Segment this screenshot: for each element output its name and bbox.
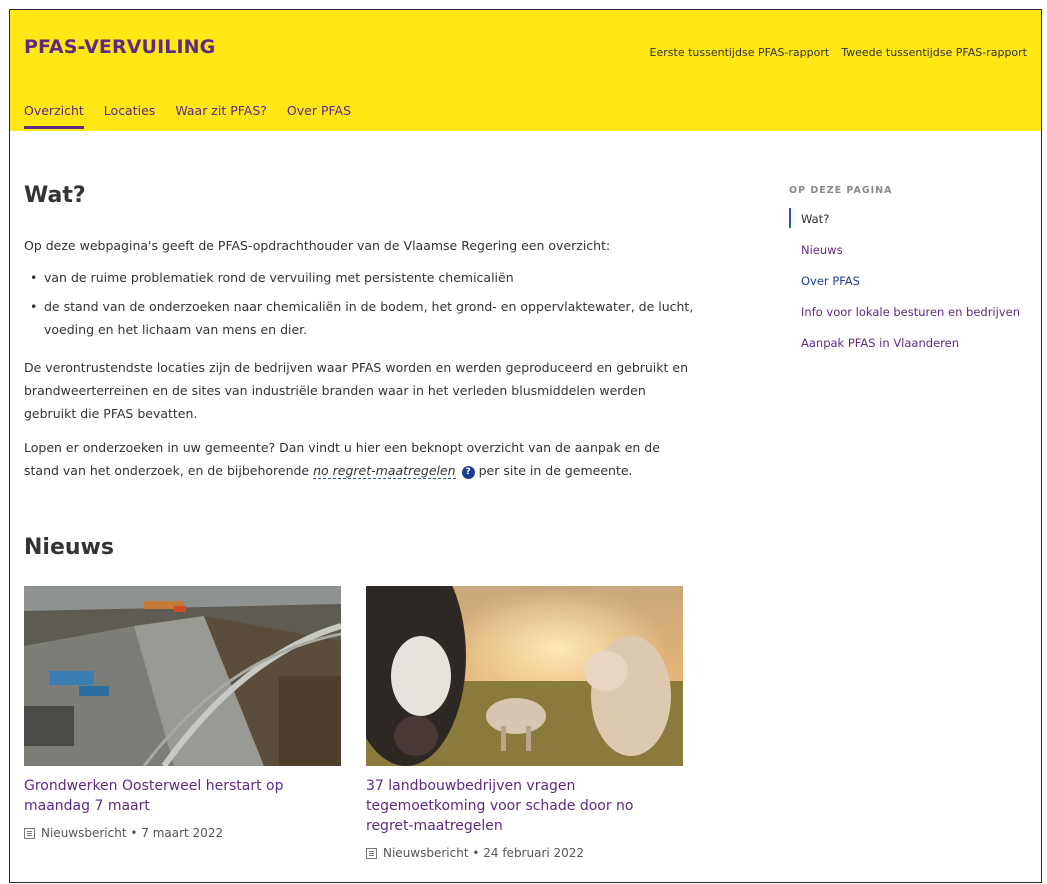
news-card-meta-text: Nieuwsbericht • 24 februari 2022 [383, 846, 585, 860]
nav-over-pfas[interactable]: Over PFAS [287, 103, 351, 129]
news-card-oosterweel[interactable]: Grondwerken Oosterweel herstart op maand… [24, 586, 341, 840]
help-icon[interactable]: ? [461, 466, 475, 479]
toc-item-aanpak-pfas[interactable]: Aanpak PFAS in Vlaanderen [789, 336, 1029, 350]
toc-item-wat[interactable]: Wat? [789, 208, 1029, 228]
list-item: de stand van de onderzoeken naar chemica… [24, 295, 694, 341]
news-image-cows[interactable] [366, 586, 683, 766]
toc-item-nieuws[interactable]: Nieuws [789, 243, 1029, 257]
news-card-title[interactable]: 37 landbouwbedrijven vragen tegemoetkomi… [366, 776, 683, 836]
site-header: PFAS-VERVUILING Eerste tussentijdse PFAS… [10, 10, 1041, 131]
toc-item-info-lokale-besturen[interactable]: Info voor lokale besturen en bedrijven [789, 305, 1029, 319]
no-regret-term[interactable]: no regret-maatregelen [313, 463, 456, 479]
top-links: Eerste tussentijdse PFAS-rapport Tweede … [650, 46, 1027, 59]
news-card-meta: Nieuwsbericht • 7 maart 2022 [24, 826, 341, 840]
news-document-icon [366, 847, 377, 859]
main-nav: Overzicht Locaties Waar zit PFAS? Over P… [24, 103, 351, 129]
toc-item-over-pfas[interactable]: Over PFAS [789, 274, 1029, 288]
nav-overzicht[interactable]: Overzicht [24, 103, 84, 129]
nav-waar-zit-pfas[interactable]: Waar zit PFAS? [175, 103, 267, 129]
link-tweede-rapport[interactable]: Tweede tussentijdse PFAS-rapport [841, 46, 1027, 59]
municipality-paragraph: Lopen er onderzoeken in uw gemeente? Dan… [24, 436, 694, 482]
link-eerste-rapport[interactable]: Eerste tussentijdse PFAS-rapport [650, 46, 830, 59]
toc-heading: OP DEZE PAGINA [789, 185, 893, 196]
news-card-landbouw[interactable]: 37 landbouwbedrijven vragen tegemoetkomi… [366, 586, 683, 860]
site-title-link[interactable]: PFAS-VERVUILING [24, 36, 215, 58]
browser-page: PFAS-VERVUILING Eerste tussentijdse PFAS… [9, 9, 1042, 883]
toc-list: Wat? Nieuws Over PFAS Info voor lokale b… [789, 208, 1029, 350]
intro-text: Op deze webpagina's geeft de PFAS-opdrac… [24, 238, 611, 253]
news-document-icon [24, 827, 35, 839]
wat-heading: Wat? [24, 183, 86, 208]
list-item: van de ruime problematiek rond de vervui… [24, 266, 694, 289]
news-card-meta-text: Nieuwsbericht • 7 maart 2022 [41, 826, 224, 840]
on-this-page-nav: OP DEZE PAGINA Wat? Nieuws Over PFAS Inf… [789, 185, 1029, 367]
news-card-meta: Nieuwsbericht • 24 februari 2022 [366, 846, 683, 860]
nav-locaties[interactable]: Locaties [104, 103, 156, 129]
overview-list: van de ruime problematiek rond de vervui… [24, 266, 694, 347]
locations-paragraph: De verontrustendste locaties zijn de bed… [24, 360, 689, 421]
paragraph-text: per site in de gemeente. [478, 463, 633, 478]
news-image-construction[interactable] [24, 586, 341, 766]
news-card-title[interactable]: Grondwerken Oosterweel herstart op maand… [24, 776, 341, 816]
nieuws-heading: Nieuws [24, 535, 114, 560]
